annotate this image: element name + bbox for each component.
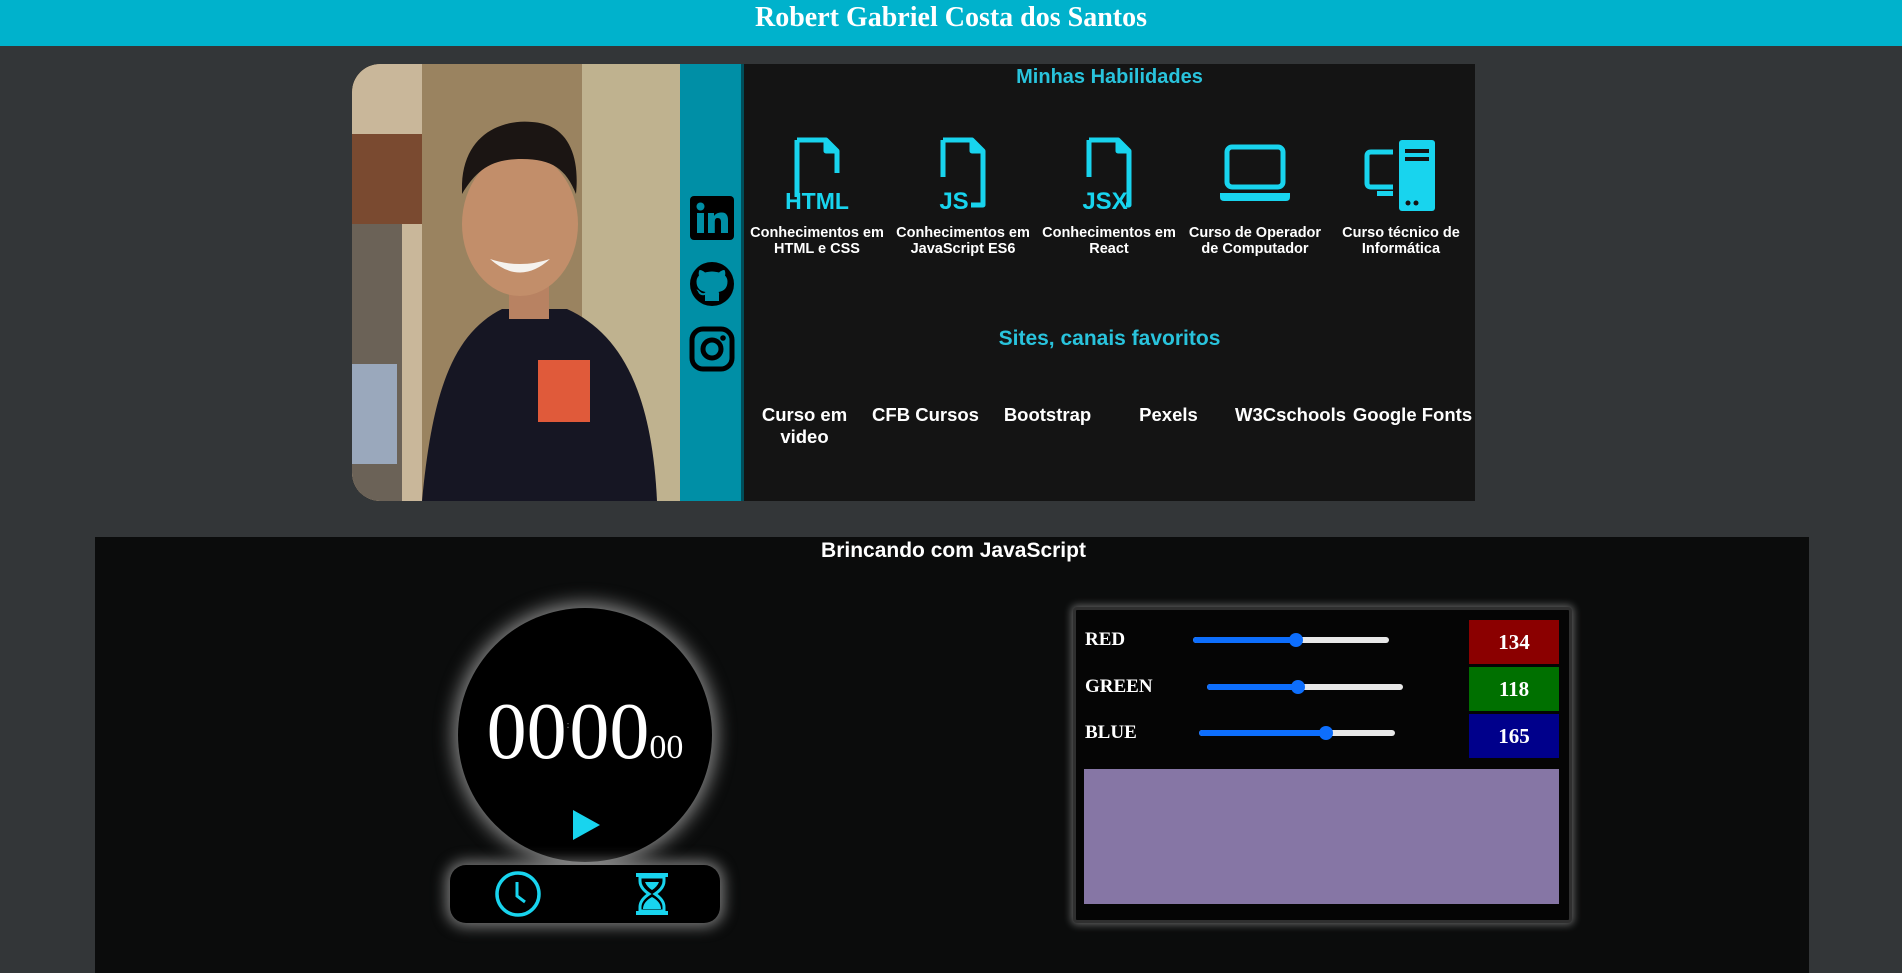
skill-react: JSX Conhecimentos em React [1036,137,1182,257]
skill-label: Curso técnico de Informática [1342,225,1460,257]
red-value: 134 [1469,620,1559,664]
github-icon[interactable] [688,260,736,308]
skill-javascript: JS Conhecimentos em JavaScript ES6 [890,137,1036,257]
skill-operator: Curso de Operador de Computador [1182,137,1328,257]
playground-title: Brincando com JavaScript [821,539,1086,562]
html-file-icon: HTML [785,137,849,213]
js-file-icon: JS [939,137,986,213]
site-link-w3cschools[interactable]: W3Cschools [1230,404,1351,426]
profile-photo-image [352,64,680,501]
skill-label: Curso de Operador de Computador [1188,225,1322,257]
green-slider[interactable] [1207,679,1403,695]
blue-value: 165 [1469,714,1559,758]
instagram-icon[interactable] [688,325,736,373]
skill-label: Conhecimentos em JavaScript ES6 [896,225,1030,257]
skill-badge: HTML [785,188,849,213]
skill-technician: Curso técnico de Informática [1328,137,1474,257]
profile-card: Minhas Habilidades HTML Conhecimentos em… [352,64,1475,501]
stopwatch-display: 00:0000 [458,608,712,862]
skill-badge: JSX [1082,188,1127,213]
linkedin-icon[interactable] [688,194,736,242]
stopwatch-time: 00:0000 [458,692,712,772]
desktop-computer-icon [1364,140,1435,211]
site-link-bootstrap[interactable]: Bootstrap [987,404,1108,426]
hourglass-icon[interactable] [628,870,676,918]
site-link-cfb-cursos[interactable]: CFB Cursos [865,404,986,426]
skills-section: Minhas Habilidades HTML Conhecimentos em… [744,64,1475,501]
site-link-google-fonts[interactable]: Google Fonts [1352,404,1473,426]
blue-slider[interactable] [1199,725,1395,741]
stopwatch-mode-bar [450,865,720,923]
site-link-pexels[interactable]: Pexels [1108,404,1229,426]
red-label: RED [1085,629,1126,650]
blue-label: BLUE [1085,722,1137,743]
skill-badge: JS [939,188,968,213]
green-label: GREEN [1085,676,1153,697]
laptop-icon [1220,144,1290,201]
stopwatch-minutes: 00 [486,688,567,776]
color-mixer: RED 134 GREEN 118 BLUE 165 [1073,607,1572,923]
profile-photo [352,64,680,501]
stopwatch-centiseconds: 00 [649,729,684,766]
green-value: 118 [1469,667,1559,711]
javascript-playground: Brincando com JavaScript 00:0000 RED 134… [95,537,1809,973]
social-links [680,64,744,501]
jsx-file-icon: JSX [1082,137,1132,213]
play-icon[interactable] [570,808,602,842]
clock-icon[interactable] [494,870,542,918]
skills-title: Minhas Habilidades [1016,66,1203,88]
stopwatch-seconds: 00 [569,688,650,776]
sites-title: Sites, canais favoritos [998,327,1221,350]
skill-label: Conhecimentos em React [1042,225,1176,257]
red-slider[interactable] [1193,632,1389,648]
page-title: Robert Gabriel Costa dos Santos [754,2,1147,33]
skill-html: HTML Conhecimentos em HTML e CSS [744,137,890,257]
page-header: Robert Gabriel Costa dos Santos [0,0,1902,46]
site-link-curso-em-video[interactable]: Curso em video [744,404,865,448]
color-preview [1084,769,1559,904]
skill-label: Conhecimentos em HTML e CSS [750,225,884,257]
